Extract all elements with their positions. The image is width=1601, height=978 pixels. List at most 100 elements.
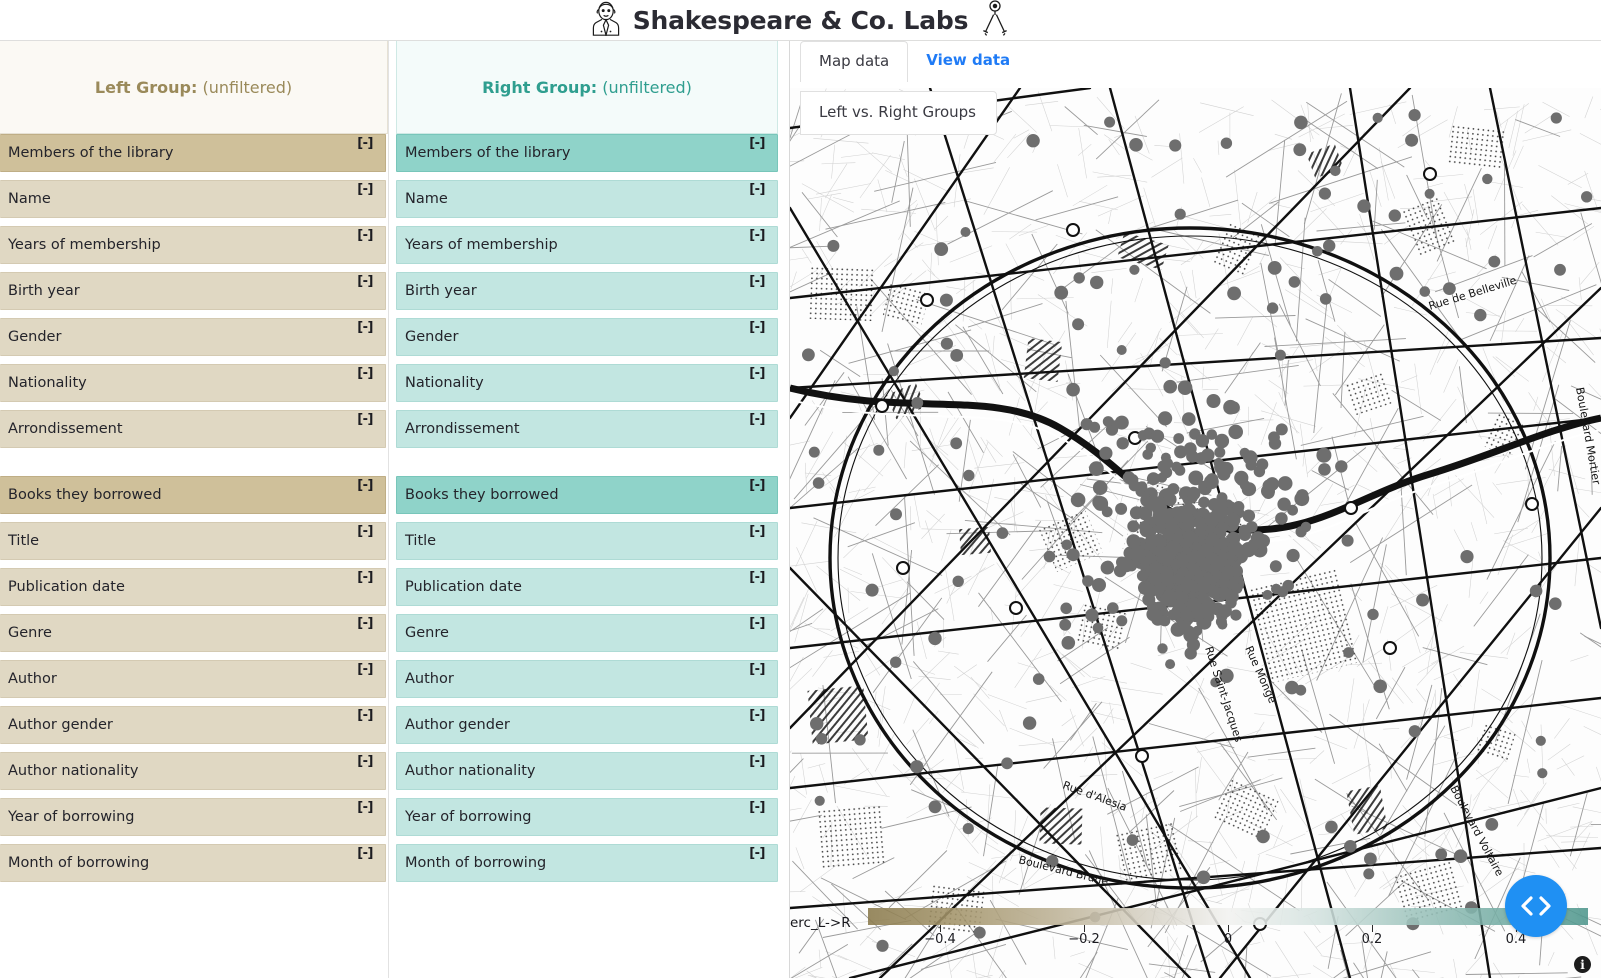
shakespeare-bust-icon (591, 0, 621, 40)
collapse-toggle-icon[interactable]: [-] (357, 801, 373, 814)
compass-divider-icon (980, 0, 1010, 40)
facet-label: Month of borrowing (8, 854, 150, 871)
right-facet-item[interactable]: Birth year [-] (396, 272, 778, 310)
collapse-toggle-icon[interactable]: [-] (749, 525, 765, 538)
facet-label: Author nationality (405, 762, 536, 779)
right-facet-item[interactable]: Genre [-] (396, 614, 778, 652)
code-fab-button[interactable] (1505, 875, 1567, 937)
facet-label: Gender (8, 328, 62, 345)
right-facet-item[interactable]: Author gender [-] (396, 706, 778, 744)
right-facet-item[interactable]: Month of borrowing [-] (396, 844, 778, 882)
left-facet-item[interactable]: Author nationality [-] (0, 752, 386, 790)
right-group-column: Right Group: (unfiltered) Members of the… (390, 41, 780, 978)
collapse-toggle-icon[interactable]: [-] (357, 413, 373, 426)
collapse-toggle-icon[interactable]: [-] (357, 755, 373, 768)
right-facet-item[interactable]: Nationality [-] (396, 364, 778, 402)
collapse-toggle-icon[interactable]: [-] (357, 617, 373, 630)
facet-label: Title (8, 532, 40, 549)
collapse-toggle-icon[interactable]: [-] (357, 137, 373, 150)
right-facet-item[interactable]: Arrondissement [-] (396, 410, 778, 448)
right-group-title: Right Group: (482, 77, 598, 97)
facet-label: Publication date (8, 578, 125, 595)
facet-label: Title (405, 532, 437, 549)
right-facet-section-header[interactable]: Members of the library [-] (396, 134, 778, 172)
collapse-toggle-icon[interactable]: [-] (749, 229, 765, 242)
collapse-toggle-icon[interactable]: [-] (357, 275, 373, 288)
collapse-toggle-icon[interactable]: [-] (749, 709, 765, 722)
collapse-toggle-icon[interactable]: [-] (749, 755, 765, 768)
map-canvas[interactable]: Rue de Belleville Boulevard Voltaire Boule… (790, 88, 1601, 978)
left-facet-item[interactable]: Nationality [-] (0, 364, 386, 402)
collapse-toggle-icon[interactable]: [-] (749, 479, 765, 492)
collapse-toggle-icon[interactable]: [-] (749, 801, 765, 814)
facet-label: Gender (405, 328, 459, 345)
right-group-filter-state: (unfiltered) (602, 77, 692, 97)
collapse-toggle-icon[interactable]: [-] (749, 413, 765, 426)
left-facet-item[interactable]: Author gender [-] (0, 706, 386, 744)
right-facet-section-header[interactable]: Books they borrowed [-] (396, 476, 778, 514)
subtab-left-vs-right-groups[interactable]: Left vs. Right Groups (800, 91, 997, 135)
left-facet-item[interactable]: Month of borrowing [-] (0, 844, 386, 882)
collapse-toggle-icon[interactable]: [-] (749, 617, 765, 630)
right-facet-item[interactable]: Years of membership [-] (396, 226, 778, 264)
facet-label: Author gender (8, 716, 113, 733)
left-facet-list: Members of the library [-] Name [-] Years of… (0, 134, 388, 882)
collapse-toggle-icon[interactable]: [-] (749, 321, 765, 334)
collapse-toggle-icon[interactable]: [-] (357, 479, 373, 492)
right-facet-list: Members of the library [-] Name [-] Years of… (390, 134, 780, 882)
left-facet-item[interactable]: Title [-] (0, 522, 386, 560)
left-facet-item[interactable]: Year of borrowing [-] (0, 798, 386, 836)
facet-label: Month of borrowing (405, 854, 547, 871)
facet-label: Author (405, 670, 454, 687)
paris-map[interactable]: Rue de BellevilleBoulevard VoltaireBoule… (790, 88, 1601, 978)
left-facet-item[interactable]: Years of membership [-] (0, 226, 386, 264)
facet-label: Members of the library (405, 144, 571, 161)
collapse-toggle-icon[interactable]: [-] (357, 183, 373, 196)
collapse-toggle-icon[interactable]: [-] (357, 847, 373, 860)
facet-label: Arrondissement (8, 420, 123, 437)
left-facet-section-header[interactable]: Members of the library [-] (0, 134, 386, 172)
tab-map-data[interactable]: Map data (800, 41, 909, 82)
left-facet-section-header[interactable]: Books they borrowed [-] (0, 476, 386, 514)
left-facet-item[interactable]: Arrondissement [-] (0, 410, 386, 448)
left-facet-item[interactable]: Birth year [-] (0, 272, 386, 310)
right-facet-item[interactable]: Author nationality [-] (396, 752, 778, 790)
right-group-header: Right Group: (unfiltered) (396, 41, 778, 134)
right-facet-item[interactable]: Year of borrowing [-] (396, 798, 778, 836)
left-group-header: Left Group: (unfiltered) (0, 41, 388, 134)
left-facet-item[interactable]: Gender [-] (0, 318, 386, 356)
left-group-filter-state: (unfiltered) (202, 77, 293, 97)
collapse-toggle-icon[interactable]: [-] (749, 367, 765, 380)
collapse-toggle-icon[interactable]: [-] (357, 229, 373, 242)
main-area: Left Group: (unfiltered) Members of the … (0, 41, 1601, 978)
facet-label: Books they borrowed (405, 486, 559, 503)
collapse-toggle-icon[interactable]: [-] (749, 183, 765, 196)
collapse-toggle-icon[interactable]: [-] (749, 847, 765, 860)
right-facet-item[interactable]: Author [-] (396, 660, 778, 698)
left-facet-item[interactable]: Name [-] (0, 180, 386, 218)
facet-label: Birth year (405, 282, 477, 299)
collapse-toggle-icon[interactable]: [-] (357, 709, 373, 722)
collapse-toggle-icon[interactable]: [-] (357, 571, 373, 584)
tab-view-data[interactable]: View data (908, 41, 1028, 81)
collapse-toggle-icon[interactable]: [-] (357, 663, 373, 676)
right-facet-item[interactable]: Gender [-] (396, 318, 778, 356)
collapse-toggle-icon[interactable]: [-] (357, 525, 373, 538)
right-facet-item[interactable]: Publication date [-] (396, 568, 778, 606)
left-facet-item[interactable]: Genre [-] (0, 614, 386, 652)
tab-bar: Map data View data (790, 41, 1601, 92)
collapse-toggle-icon[interactable]: [-] (749, 663, 765, 676)
left-facet-item[interactable]: Author [-] (0, 660, 386, 698)
collapse-toggle-icon[interactable]: [-] (749, 275, 765, 288)
right-facet-item[interactable]: Name [-] (396, 180, 778, 218)
left-facet-item[interactable]: Publication date [-] (0, 568, 386, 606)
facet-label: Author (8, 670, 57, 687)
collapse-toggle-icon[interactable]: [-] (749, 571, 765, 584)
collapse-toggle-icon[interactable]: [-] (357, 367, 373, 380)
collapse-toggle-icon[interactable]: [-] (749, 137, 765, 150)
right-facet-item[interactable]: Title [-] (396, 522, 778, 560)
facet-label: Genre (8, 624, 52, 641)
info-icon[interactable]: i (1574, 956, 1591, 973)
collapse-toggle-icon[interactable]: [-] (357, 321, 373, 334)
facet-label: Author gender (405, 716, 510, 733)
